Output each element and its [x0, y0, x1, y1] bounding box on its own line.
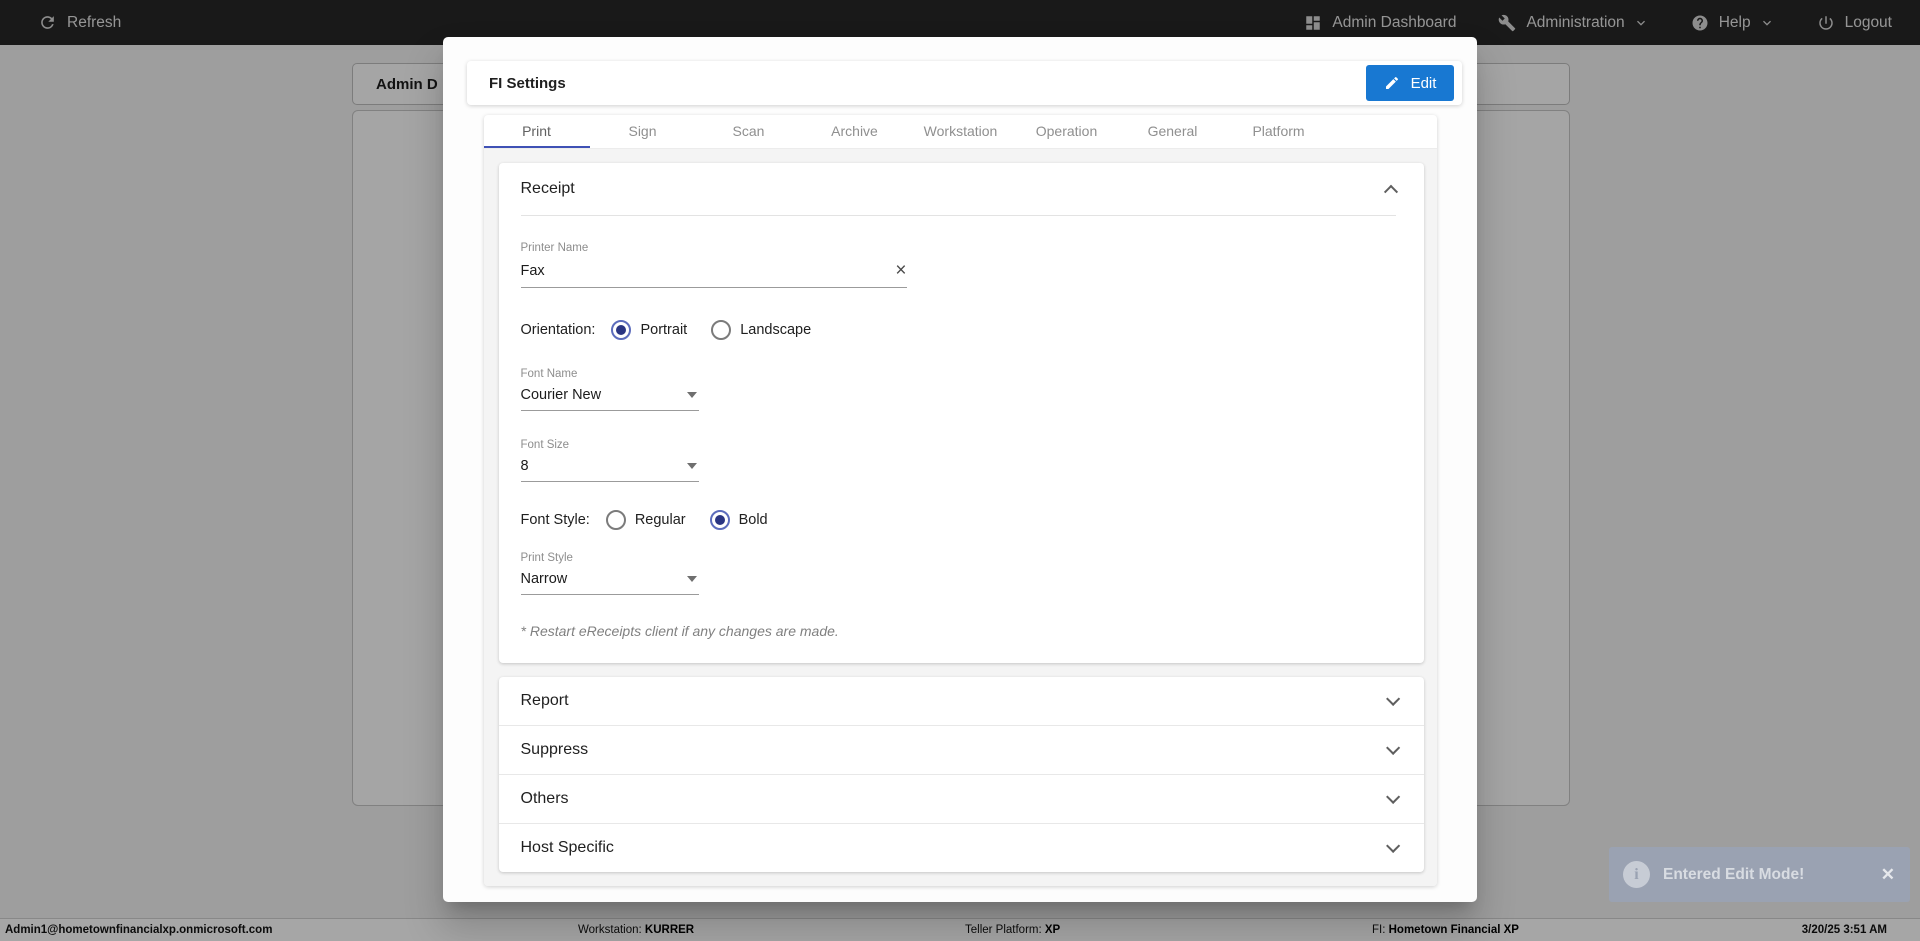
- radio-regular[interactable]: [606, 510, 626, 530]
- others-section-header[interactable]: Others: [499, 775, 1424, 823]
- dialog-title: FI Settings: [489, 75, 566, 92]
- print-style-select[interactable]: Print Style Narrow: [521, 552, 699, 595]
- printer-name-label: Printer Name: [521, 242, 907, 254]
- fi-settings-dialog: FI Settings Edit Print Sign Scan Archive…: [443, 37, 1477, 902]
- clear-icon[interactable]: ×: [895, 261, 906, 280]
- edit-button[interactable]: Edit: [1366, 65, 1454, 101]
- tab-workstation[interactable]: Workstation: [908, 115, 1014, 148]
- radio-bold[interactable]: [710, 510, 730, 530]
- host-specific-section-title: Host Specific: [521, 839, 614, 857]
- screen: Refresh Admin Dashboard Administration: [0, 0, 1920, 941]
- chevron-down-icon: [1386, 741, 1400, 755]
- radio-regular-label[interactable]: Regular: [635, 512, 686, 528]
- dialog-header: FI Settings Edit: [467, 61, 1462, 105]
- report-section-title: Report: [521, 692, 569, 710]
- font-size-select[interactable]: Font Size 8: [521, 439, 699, 482]
- report-section-header[interactable]: Report: [499, 677, 1424, 725]
- dropdown-arrow-icon: [687, 392, 697, 398]
- orientation-label: Orientation:: [521, 322, 596, 338]
- radio-landscape[interactable]: [711, 320, 731, 340]
- tab-print[interactable]: Print: [484, 115, 590, 148]
- tab-sign[interactable]: Sign: [590, 115, 696, 148]
- font-size-label: Font Size: [521, 439, 699, 451]
- restart-note: * Restart eReceipts client if any change…: [521, 623, 1402, 639]
- font-name-value: Courier New: [521, 387, 687, 403]
- font-size-value: 8: [521, 458, 687, 474]
- suppress-section-title: Suppress: [521, 741, 589, 759]
- printer-name-field: Printer Name ×: [521, 242, 907, 288]
- tab-content: Receipt Printer Name ×: [484, 149, 1437, 886]
- receipt-section-header[interactable]: Receipt: [499, 163, 1424, 215]
- edit-button-label: Edit: [1411, 75, 1437, 92]
- font-style-label: Font Style:: [521, 512, 590, 528]
- receipt-section: Receipt Printer Name ×: [499, 163, 1424, 663]
- radio-bold-label[interactable]: Bold: [739, 512, 768, 528]
- tab-archive[interactable]: Archive: [802, 115, 908, 148]
- radio-portrait-label[interactable]: Portrait: [640, 322, 687, 338]
- font-style-group: Font Style: Regular Bold: [521, 510, 1402, 530]
- orientation-group: Orientation: Portrait Landscape: [521, 320, 1402, 340]
- receipt-section-title: Receipt: [521, 180, 575, 198]
- font-name-label: Font Name: [521, 368, 699, 380]
- dropdown-arrow-icon: [687, 463, 697, 469]
- print-style-label: Print Style: [521, 552, 699, 564]
- tab-operation[interactable]: Operation: [1014, 115, 1120, 148]
- others-section-title: Others: [521, 790, 569, 808]
- chevron-down-icon: [1386, 692, 1400, 706]
- receipt-section-body: Printer Name × Orientation: Portrait L: [499, 216, 1424, 663]
- radio-landscape-label[interactable]: Landscape: [740, 322, 811, 338]
- host-specific-section-header[interactable]: Host Specific: [499, 824, 1424, 872]
- chevron-down-icon: [1386, 790, 1400, 804]
- pencil-icon: [1384, 75, 1400, 91]
- chevron-down-icon: [1386, 839, 1400, 853]
- toast-message: Entered Edit Mode!: [1663, 866, 1804, 884]
- dropdown-arrow-icon: [687, 576, 697, 582]
- tab-platform[interactable]: Platform: [1226, 115, 1332, 148]
- tab-scan[interactable]: Scan: [696, 115, 802, 148]
- radio-portrait[interactable]: [611, 320, 631, 340]
- chevron-up-icon: [1383, 185, 1397, 199]
- settings-card: Print Sign Scan Archive Workstation Oper…: [484, 115, 1437, 886]
- tab-bar: Print Sign Scan Archive Workstation Oper…: [484, 115, 1437, 149]
- info-icon: i: [1623, 861, 1650, 888]
- accordion-group: Report Suppress Others Hos: [499, 677, 1424, 872]
- toast-close-icon[interactable]: ✕: [1881, 865, 1895, 885]
- toast-notification: i Entered Edit Mode! ✕: [1609, 847, 1910, 902]
- suppress-section-header[interactable]: Suppress: [499, 726, 1424, 774]
- print-style-value: Narrow: [521, 571, 687, 587]
- printer-name-input[interactable]: [521, 263, 896, 279]
- font-name-select[interactable]: Font Name Courier New: [521, 368, 699, 411]
- tab-general[interactable]: General: [1120, 115, 1226, 148]
